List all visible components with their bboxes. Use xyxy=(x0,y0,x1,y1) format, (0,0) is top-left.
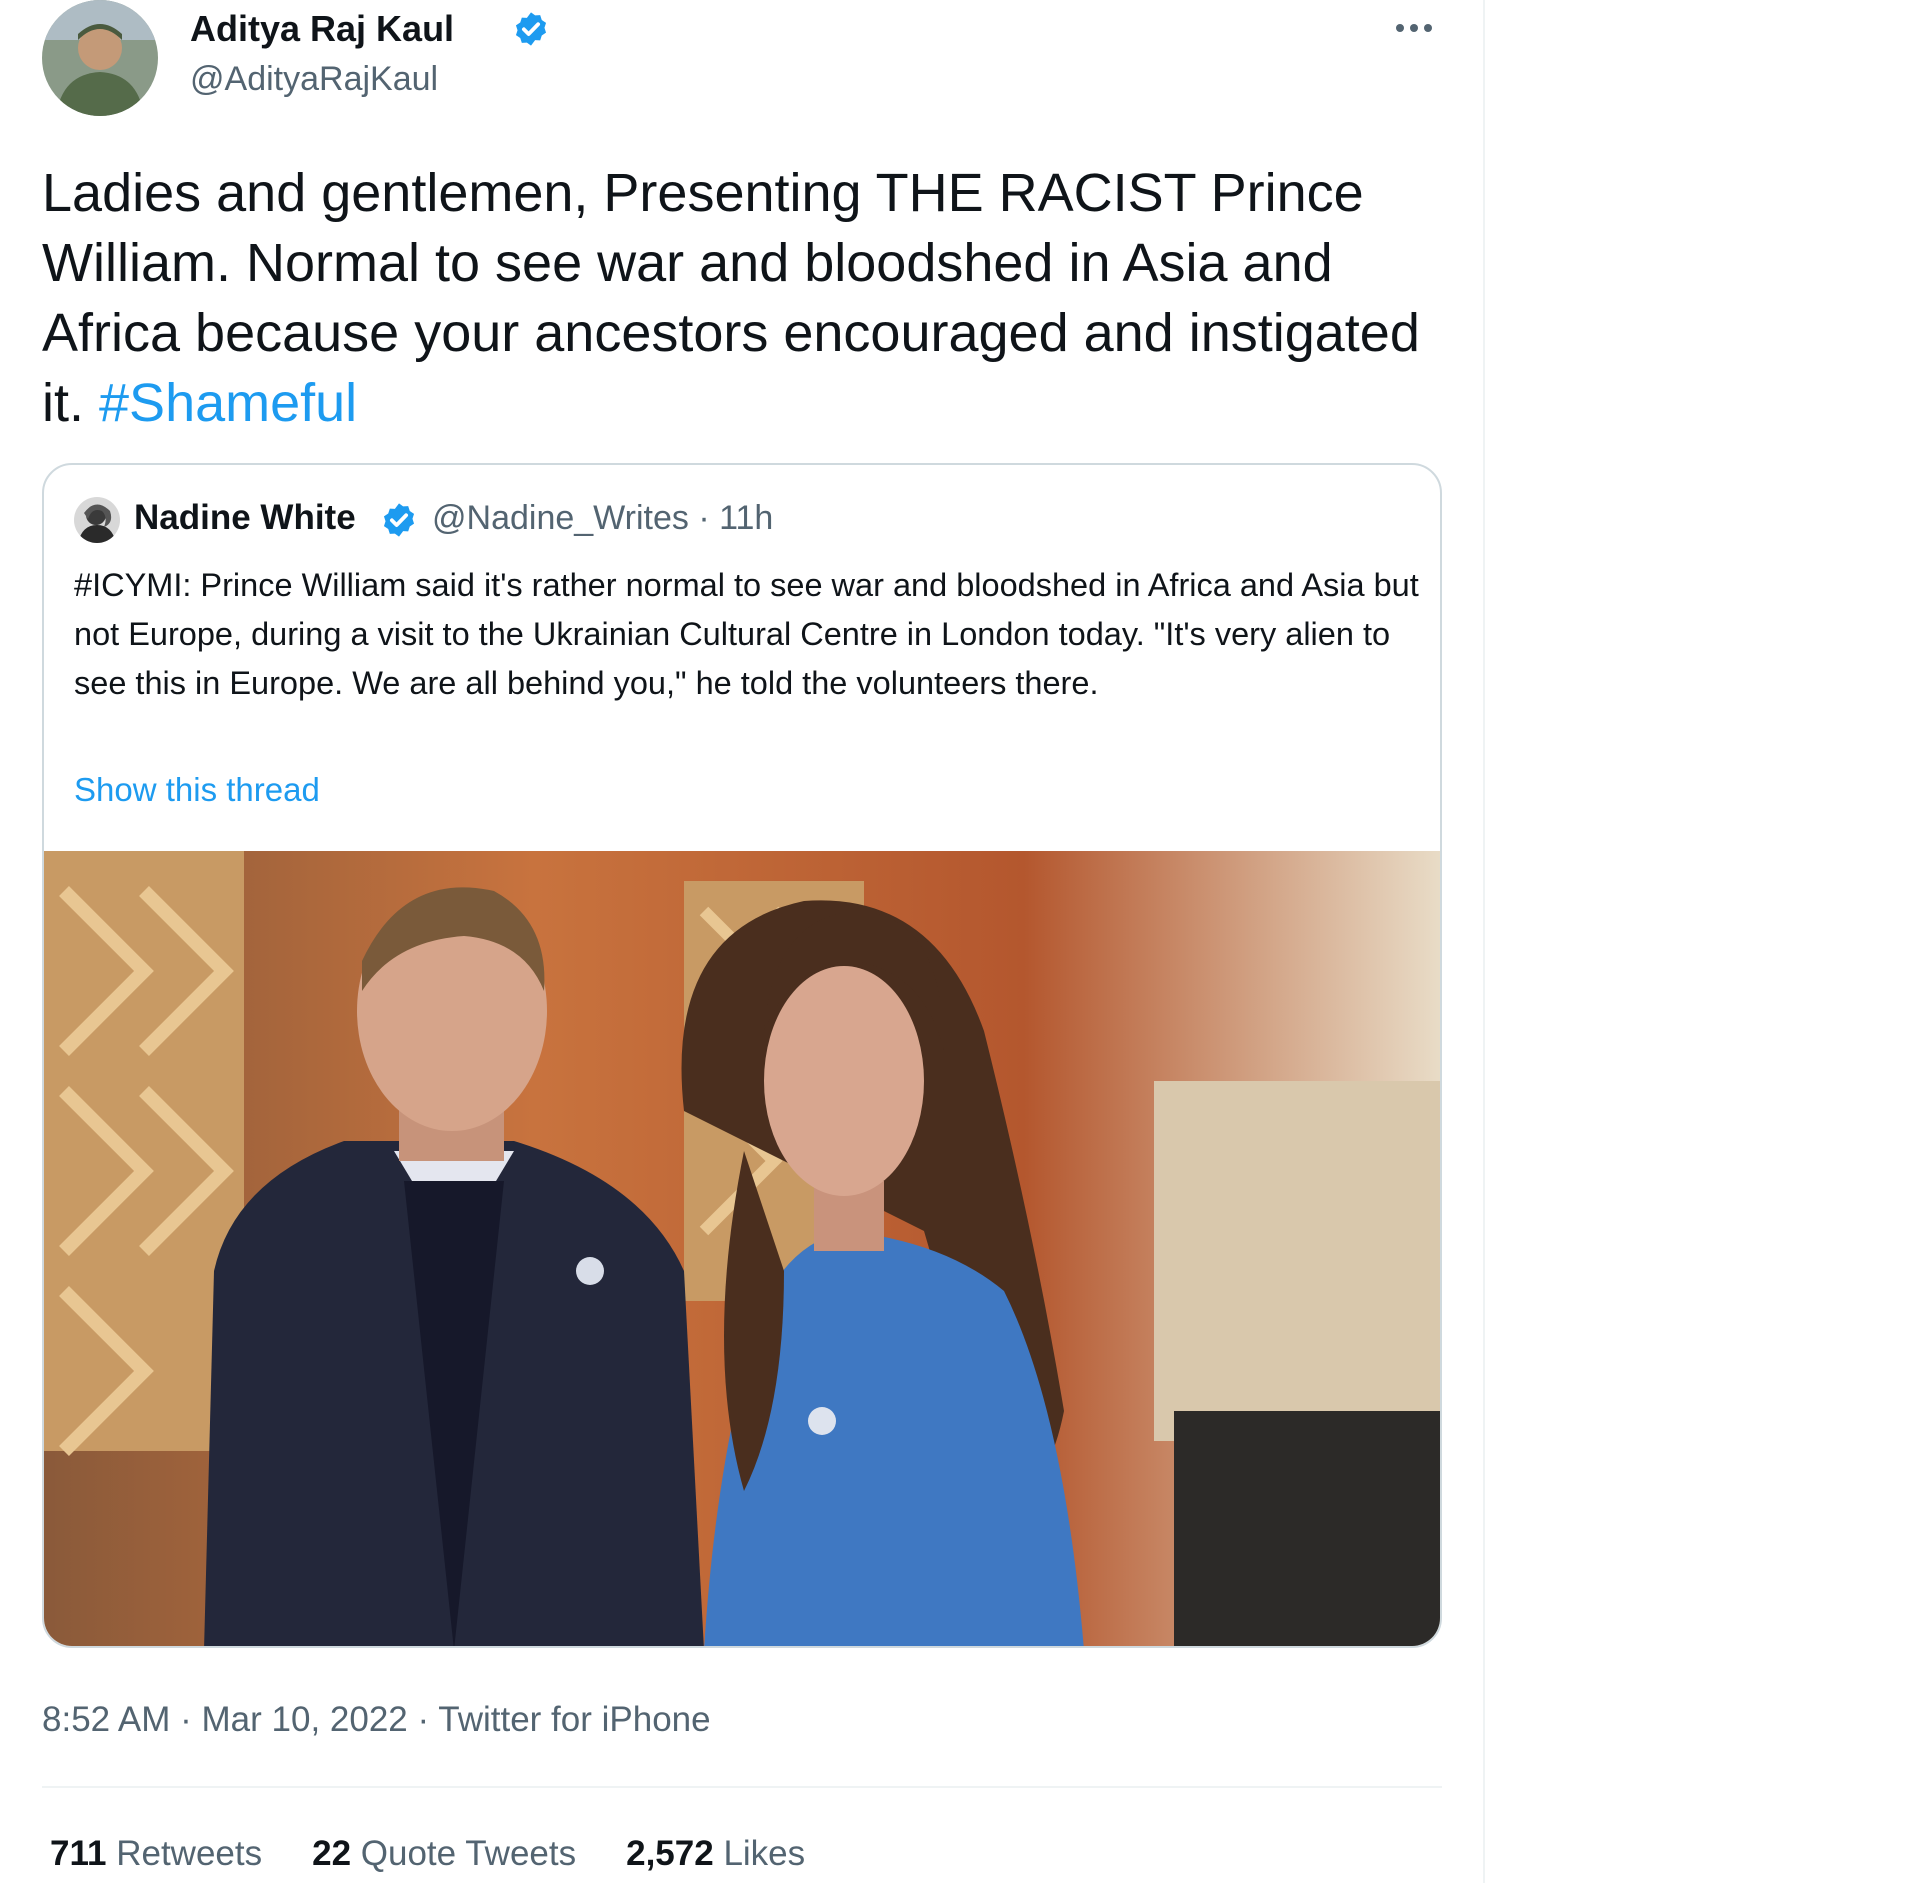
more-dots-icon xyxy=(1396,24,1432,32)
likes-stat[interactable]: 2,572 Likes xyxy=(626,1834,805,1874)
tweet-header: Aditya Raj Kaul @AdityaRajKaul xyxy=(42,0,1442,120)
retweets-stat[interactable]: 711 Retweets xyxy=(50,1834,262,1874)
likes-count: 2,572 xyxy=(626,1834,714,1873)
tweet-text: Ladies and gentlemen, Presenting THE RAC… xyxy=(42,158,1442,438)
author-handle[interactable]: @AdityaRajKaul xyxy=(190,60,438,99)
quoted-author-avatar[interactable] xyxy=(74,497,120,543)
quoted-tweet-text: #ICYMI: Prince William said it's rather … xyxy=(74,567,1419,701)
author-name[interactable]: Aditya Raj Kaul xyxy=(190,8,454,50)
divider xyxy=(42,1786,1442,1788)
retweets-label: Retweets xyxy=(116,1834,263,1873)
quote-tweets-label: Quote Tweets xyxy=(360,1834,577,1873)
show-thread-link[interactable]: Show this thread xyxy=(74,771,320,809)
tweet-page: Aditya Raj Kaul @AdityaRajKaul Ladies an… xyxy=(0,0,1920,1883)
quoted-tweet-photo[interactable] xyxy=(44,851,1440,1646)
quoted-author-name[interactable]: Nadine White xyxy=(134,498,356,538)
tweet-time[interactable]: 8:52 AM xyxy=(42,1700,170,1739)
tweet-detail: Aditya Raj Kaul @AdityaRajKaul Ladies an… xyxy=(42,0,1442,1873)
retweets-count: 711 xyxy=(50,1834,107,1873)
verified-badge-icon xyxy=(515,12,547,46)
tweet-date[interactable]: Mar 10, 2022 xyxy=(202,1700,408,1739)
quoted-handle-time[interactable]: @Nadine_Writes · 11h xyxy=(432,499,773,538)
hashtag-link[interactable]: #Shameful xyxy=(99,373,357,433)
separator-dot: · xyxy=(170,1700,202,1739)
tweet-timestamp: 8:52 AM · Mar 10, 2022 · Twitter for iPh… xyxy=(42,1700,711,1740)
engagement-stats: 711 Retweets 22 Quote Tweets 2,572 Likes xyxy=(50,1834,805,1874)
column-divider xyxy=(1483,0,1485,1883)
author-avatar[interactable] xyxy=(42,0,158,116)
quote-tweets-count: 22 xyxy=(312,1834,352,1873)
separator-dot: · xyxy=(407,1700,439,1739)
quoted-tweet[interactable]: Nadine White @Nadine_Writes · 11h #ICYMI… xyxy=(42,463,1442,1648)
more-options-button[interactable] xyxy=(1386,10,1442,46)
quoted-verified-badge-icon xyxy=(383,503,415,537)
tweet-source[interactable]: Twitter for iPhone xyxy=(438,1700,710,1739)
likes-label: Likes xyxy=(723,1834,806,1873)
quote-tweets-stat[interactable]: 22 Quote Tweets xyxy=(312,1834,576,1874)
